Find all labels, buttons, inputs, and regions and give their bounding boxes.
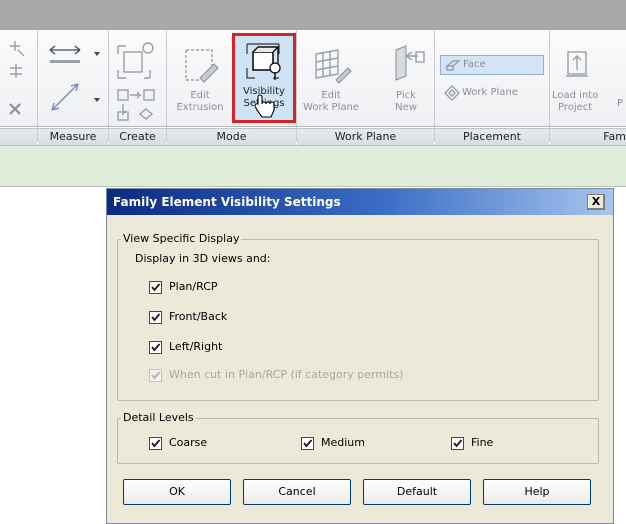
edit-work-plane-icon [315, 49, 352, 84]
ribbon-separator [434, 30, 435, 142]
face-placement-button[interactable]: Face [440, 55, 544, 75]
pick-new-button[interactable]: Pick New [382, 42, 430, 122]
display-3d-subtitle: Display in 3D views and: [135, 252, 271, 265]
group-label-create: Create [109, 128, 166, 145]
group-label-work-plane: Work Plane [297, 128, 434, 145]
edit-work-plane-label-2: Work Plane [303, 102, 359, 113]
front-back-label: Front/Back [169, 310, 228, 323]
measure-tools[interactable] [44, 42, 104, 122]
group-label-mode: Mode [167, 128, 296, 145]
default-button[interactable]: Default [363, 479, 471, 505]
work-plane-placement-button[interactable]: Work Plane [440, 84, 544, 104]
fine-label: Fine [471, 436, 494, 449]
visibility-settings-dialog: Family Element Visibility Settings X Vie… [106, 188, 614, 524]
load-into-project-button[interactable]: Load into Project [552, 42, 616, 122]
group-label-modify [0, 128, 37, 145]
left-right-label: Left/Right [169, 340, 223, 353]
checkmark-icon [151, 313, 161, 322]
ribbon-separator [37, 30, 38, 142]
dialog-title-bar: Family Element Visibility Settings X [107, 189, 613, 215]
measure-icon [49, 45, 100, 111]
detail-levels-legend: Detail Levels [121, 411, 196, 424]
when-cut-checkbox[interactable] [149, 369, 162, 382]
checkmark-icon [151, 343, 161, 352]
edit-work-plane-label-1: Edit [321, 90, 341, 101]
ribbon-separator [166, 30, 167, 142]
edit-work-plane-button[interactable]: Edit Work Plane [298, 42, 364, 122]
medium-checkbox[interactable] [301, 437, 314, 450]
modify-tools-icon [9, 41, 25, 115]
checkmark-icon [151, 439, 161, 448]
edit-extrusion-button[interactable]: Edit Extrusion [170, 42, 230, 122]
help-button[interactable]: Help [483, 479, 591, 505]
checkmark-icon [151, 371, 161, 380]
options-bar [0, 145, 626, 187]
create-tools[interactable] [114, 40, 162, 124]
title-bar [0, 0, 626, 30]
ribbon-separator [296, 30, 297, 142]
fine-checkbox[interactable] [451, 437, 464, 450]
group-label-family: Fam [550, 128, 626, 145]
ribbon-separator [549, 30, 550, 142]
checkmark-icon [151, 283, 161, 292]
when-cut-label: When cut in Plan/RCP (if category permit… [169, 368, 404, 381]
work-plane-label: Work Plane [462, 87, 518, 98]
plan-rcp-label: Plan/RCP [169, 280, 218, 293]
load-into-project-icon [566, 51, 588, 77]
group-label-placement: Placement [435, 128, 549, 145]
create-component-icon [117, 42, 155, 121]
work-plane-icon [444, 85, 460, 101]
visibility-settings-icon [246, 43, 281, 80]
group-label-measure: Measure [38, 128, 108, 145]
dialog-close-button[interactable]: X [587, 194, 605, 210]
modify-tools-column[interactable] [6, 38, 32, 124]
left-right-checkbox[interactable] [149, 341, 162, 354]
plan-rcp-checkbox[interactable] [149, 281, 162, 294]
view-specific-legend: View Specific Display [121, 232, 242, 245]
checkmark-icon [453, 439, 463, 448]
edit-extrusion-label-2: Extrusion [176, 102, 224, 113]
coarse-label: Coarse [169, 436, 208, 449]
face-label: Face [463, 59, 486, 70]
checkmark-icon [303, 439, 313, 448]
dialog-title: Family Element Visibility Settings [113, 195, 341, 209]
pick-new-label-1: Pick [396, 90, 416, 101]
face-icon [445, 60, 461, 71]
cut-off-button-label: P [617, 98, 624, 109]
medium-label: Medium [321, 436, 365, 449]
edit-extrusion-label-1: Edit [190, 90, 210, 101]
load-into-project-label-2: Project [558, 102, 593, 113]
pick-new-icon [395, 45, 425, 81]
pick-new-label-2: New [395, 102, 417, 113]
ok-button[interactable]: OK [123, 479, 231, 505]
cancel-button[interactable]: Cancel [243, 479, 351, 505]
mouse-cursor-icon [255, 94, 275, 118]
visibility-settings-button[interactable]: Visibility Settings [232, 33, 296, 123]
front-back-checkbox[interactable] [149, 311, 162, 324]
load-into-project-label-1: Load into [552, 90, 599, 101]
ribbon-separator [108, 30, 109, 142]
edit-extrusion-icon [185, 49, 219, 83]
coarse-checkbox[interactable] [149, 437, 162, 450]
